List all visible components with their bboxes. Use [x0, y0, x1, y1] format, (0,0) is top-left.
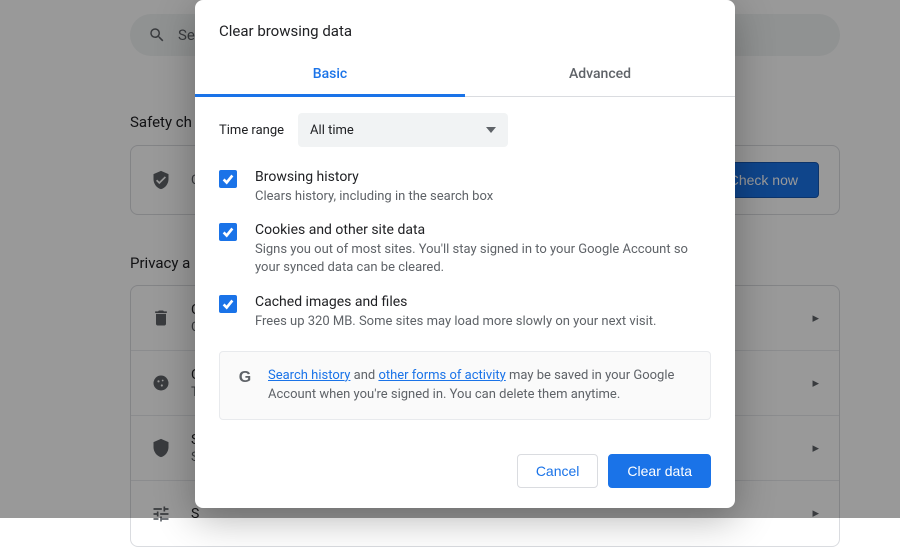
tab-advanced[interactable]: Advanced	[465, 54, 735, 96]
tab-basic[interactable]: Basic	[195, 54, 465, 96]
check-icon	[221, 225, 235, 239]
option-desc: Signs you out of most sites. You'll stay…	[255, 241, 711, 277]
time-range-label: Time range	[219, 123, 284, 138]
search-history-link[interactable]: Search history	[268, 368, 350, 383]
option-title: Browsing history	[255, 169, 493, 185]
check-icon	[221, 172, 235, 186]
option-desc: Frees up 320 MB. Some sites may load mor…	[255, 313, 656, 331]
checkbox-browsing-history[interactable]	[219, 170, 237, 188]
time-range-select[interactable]: All time	[298, 113, 508, 147]
option-title: Cached images and files	[255, 294, 656, 310]
check-icon	[221, 297, 235, 311]
chevron-down-icon	[486, 127, 496, 133]
google-account-info: G Search history and other forms of acti…	[219, 351, 711, 420]
clear-browsing-data-dialog: Clear browsing data Basic Advanced Time …	[195, 0, 735, 508]
checkbox-cache[interactable]	[219, 295, 237, 313]
option-desc: Clears history, including in the search …	[255, 188, 493, 206]
time-range-value: All time	[310, 123, 354, 138]
checkbox-cookies[interactable]	[219, 223, 237, 241]
option-title: Cookies and other site data	[255, 222, 711, 238]
clear-data-button[interactable]: Clear data	[608, 454, 711, 488]
google-icon: G	[236, 366, 254, 405]
other-activity-link[interactable]: other forms of activity	[378, 368, 505, 383]
dialog-tabs: Basic Advanced	[195, 54, 735, 97]
cancel-button[interactable]: Cancel	[517, 454, 599, 488]
dialog-title: Clear browsing data	[195, 0, 735, 54]
